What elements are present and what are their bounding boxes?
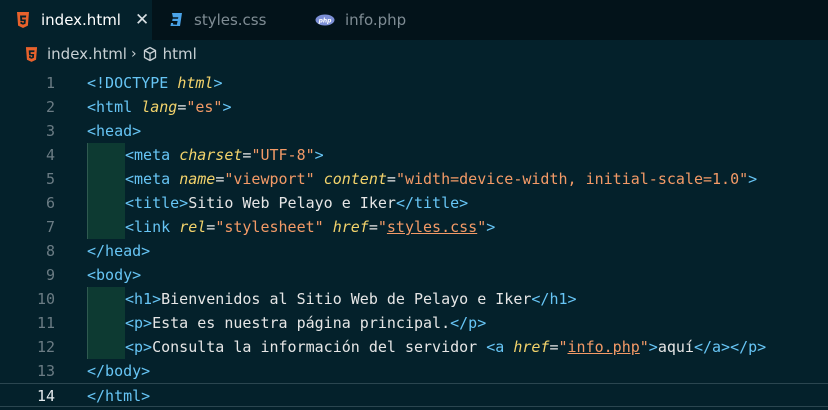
line-number: 7 — [45, 218, 55, 236]
css3-icon — [167, 11, 185, 29]
indent-guide — [87, 215, 125, 239]
php-icon: php — [314, 11, 336, 29]
close-icon[interactable]: ✕ — [135, 10, 149, 30]
editor-tab-bar: index.html ✕ styles.css php info.php — [0, 0, 828, 40]
code-line[interactable]: 14 </html> — [0, 383, 828, 407]
code-text: </html> — [87, 387, 151, 405]
line-number: 9 — [45, 266, 55, 284]
tab-index-html[interactable]: index.html ✕ — [0, 0, 152, 40]
code-line[interactable]: 7 <link rel="stylesheet" href="styles.css… — [0, 215, 828, 239]
code-line[interactable]: 9 <body> — [0, 263, 828, 287]
code-text: <!DOCTYPE html> — [87, 74, 223, 92]
line-number: 2 — [45, 98, 55, 116]
code-text: <meta charset="UTF-8"> — [125, 146, 324, 164]
code-line[interactable]: 4 <meta charset="UTF-8"> — [0, 143, 828, 167]
code-text: <p>Esta es nuestra página principal.</p> — [125, 314, 487, 332]
line-number: 1 — [45, 74, 55, 92]
tab-info-php[interactable]: php info.php — [308, 0, 438, 40]
breadcrumb-file[interactable]: index.html — [47, 45, 127, 63]
code-text: <h1>Bienvenidos al Sitio Web de Pelayo e… — [125, 290, 577, 308]
line-number: 13 — [36, 362, 55, 380]
breadcrumb-symbol[interactable]: html — [163, 45, 197, 63]
breadcrumb: index.html › html — [0, 40, 828, 68]
code-editor[interactable]: 1 <!DOCTYPE html> 2 <html lang="es"> 3 <head>… — [0, 68, 828, 410]
line-number: 14 — [36, 387, 55, 405]
code-line[interactable]: 3 <head> — [0, 119, 828, 143]
indent-guide — [87, 335, 125, 359]
symbol-cube-icon — [141, 45, 159, 63]
indent-guide — [87, 287, 125, 311]
code-line[interactable]: 10 <h1>Bienvenidos al Sitio Web de Pelayo… — [0, 287, 828, 311]
svg-text:php: php — [318, 17, 333, 24]
line-number: 6 — [45, 194, 55, 212]
code-line[interactable]: 1 <!DOCTYPE html> — [0, 71, 828, 95]
tab-label: styles.css — [194, 11, 267, 29]
code-line[interactable]: 11 <p>Esta es nuestra página principal.</… — [0, 311, 828, 335]
code-line[interactable]: 2 <html lang="es"> — [0, 95, 828, 119]
code-text: <meta name="viewport" content="width=dev… — [125, 170, 758, 188]
line-number: 5 — [45, 170, 55, 188]
code-text: <link rel="stylesheet" href="styles.css"… — [125, 218, 496, 236]
tab-label: info.php — [345, 11, 407, 29]
line-number: 12 — [36, 338, 55, 356]
tab-label: index.html — [41, 11, 121, 29]
tab-styles-css[interactable]: styles.css — [152, 0, 292, 40]
code-text: <title>Sitio Web Pelayo e Iker</title> — [125, 194, 469, 212]
line-number: 3 — [45, 122, 55, 140]
code-text: <p>Consulta la información del servidor … — [125, 338, 767, 356]
indent-guide — [87, 191, 125, 215]
html5-icon — [14, 11, 32, 29]
line-number: 8 — [45, 242, 55, 260]
indent-guide — [87, 167, 125, 191]
code-line[interactable]: 5 <meta name="viewport" content="width=de… — [0, 167, 828, 191]
code-line[interactable]: 12 <p>Consulta la información del servido… — [0, 335, 828, 359]
code-text: <html lang="es"> — [87, 98, 232, 116]
line-number: 10 — [36, 290, 55, 308]
code-line[interactable]: 8 </head> — [0, 239, 828, 263]
code-text: </head> — [87, 242, 151, 260]
indent-guide — [87, 311, 125, 335]
code-line[interactable]: 6 <title>Sitio Web Pelayo e Iker</title> — [0, 191, 828, 215]
indent-guide — [87, 143, 125, 167]
line-number: 11 — [36, 314, 55, 332]
code-text: <head> — [87, 122, 142, 140]
html5-icon — [22, 45, 40, 63]
chevron-right-icon: › — [130, 46, 137, 62]
code-text: <body> — [87, 266, 142, 284]
code-line[interactable]: 13 </body> — [0, 359, 828, 383]
code-text: </body> — [87, 362, 151, 380]
line-number: 4 — [45, 146, 55, 164]
